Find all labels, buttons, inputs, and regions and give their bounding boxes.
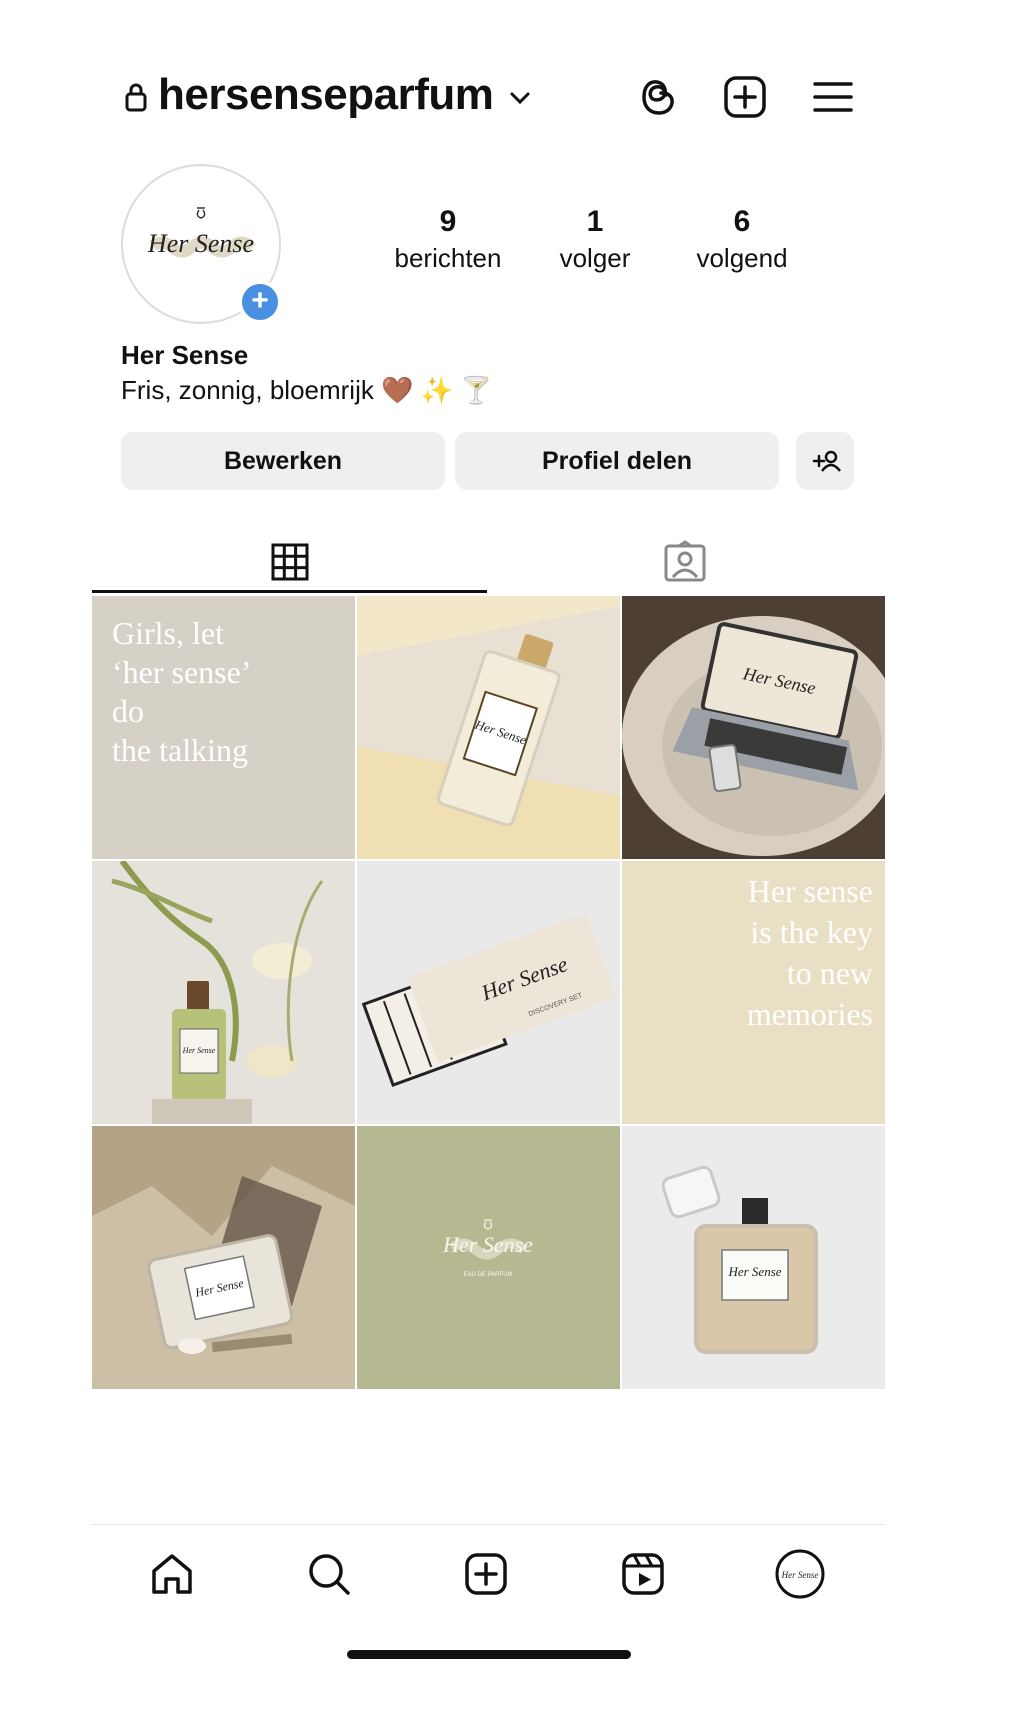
- discovery-set-image: Her Sense DISCOVERY SET: [357, 861, 620, 1124]
- share-profile-button[interactable]: Profiel delen: [455, 432, 779, 490]
- stat-following-label: volgend: [696, 243, 788, 273]
- brand-logo-image: Her Sense EAU DE PARFUM: [357, 1126, 620, 1389]
- svg-text:Her Sense: Her Sense: [147, 229, 254, 258]
- svg-text:Her Sense: Her Sense: [182, 1046, 216, 1055]
- reels-icon: [622, 1553, 664, 1595]
- nav-create[interactable]: [456, 1544, 516, 1604]
- create-icon[interactable]: [722, 74, 768, 120]
- profile-username[interactable]: hersenseparfum: [158, 70, 494, 120]
- svg-text:EAU DE PARFUM: EAU DE PARFUM: [464, 1272, 513, 1278]
- discover-people-button[interactable]: [796, 432, 854, 490]
- threads-icon[interactable]: [636, 74, 682, 120]
- post-quote-text: Girls, let ‘her sense’ do the talking: [112, 615, 252, 768]
- create-icon: [465, 1553, 507, 1595]
- stat-posts-label: berichten: [394, 243, 502, 273]
- post-quote-memories[interactable]: Her sense is the key to new memories: [622, 861, 885, 1124]
- post-laptop-chair[interactable]: Her Sense: [622, 596, 885, 859]
- nav-home[interactable]: [142, 1544, 202, 1604]
- stat-followers-label: volger: [559, 243, 631, 273]
- profile-display-name: Her Sense: [121, 340, 249, 370]
- post-quote-girls[interactable]: Girls, let ‘her sense’ do the talking: [92, 596, 355, 859]
- green-bottle-image: Her Sense: [92, 861, 355, 1124]
- nav-search[interactable]: [299, 1544, 359, 1604]
- search-icon: [309, 1554, 350, 1595]
- nav-reels[interactable]: [613, 1544, 673, 1604]
- tagged-person-icon: [664, 540, 705, 582]
- svg-text:Her Sense: Her Sense: [442, 1232, 533, 1257]
- profile-avatar-icon: Her Sense: [775, 1549, 825, 1599]
- stat-following-count: 6: [733, 205, 751, 238]
- stat-followers-count: 1: [586, 205, 604, 238]
- laptop-image: Her Sense: [622, 596, 885, 859]
- home-icon: [152, 1554, 192, 1594]
- add-person-icon: [812, 450, 841, 472]
- edit-profile-button[interactable]: Bewerken: [121, 432, 445, 490]
- grid-icon: [271, 543, 308, 581]
- menu-icon[interactable]: [810, 74, 856, 120]
- clear-bottle-image: Her Sense: [622, 1126, 885, 1389]
- profile-bio: Fris, zonnig, bloemrijk 🤎 ✨ 🍸: [121, 375, 493, 405]
- svg-text:Her Sense: Her Sense: [781, 1570, 819, 1580]
- post-perfume-bottle-white[interactable]: Her Sense: [622, 1126, 885, 1389]
- post-perfume-bottle-paper[interactable]: Her Sense: [357, 596, 620, 859]
- tab-grid[interactable]: [92, 530, 487, 594]
- post-brand-logo[interactable]: Her Sense EAU DE PARFUM: [357, 1126, 620, 1389]
- stat-posts-count: 9: [439, 205, 457, 238]
- post-bottle-sand[interactable]: Her Sense: [92, 1126, 355, 1389]
- post-green-bottle-tulips[interactable]: Her Sense: [92, 861, 355, 1124]
- home-indicator: [347, 1650, 631, 1659]
- perfume-bottle-image: Her Sense: [357, 596, 620, 859]
- stat-followers[interactable]: 1 volger: [520, 205, 670, 274]
- posts-grid: Girls, let ‘her sense’ do the talking He…: [92, 596, 885, 1389]
- stat-following[interactable]: 6 volgend: [667, 205, 817, 274]
- nav-divider: [92, 1524, 884, 1525]
- lock-icon: [125, 83, 147, 112]
- svg-text:Her Sense: Her Sense: [727, 1264, 781, 1279]
- active-tab-indicator: [92, 590, 487, 593]
- tab-tagged[interactable]: [487, 530, 882, 594]
- post-quote-text: Her sense is the key to new memories: [746, 873, 873, 1032]
- add-story-button[interactable]: +: [238, 280, 282, 324]
- nav-profile[interactable]: Her Sense: [770, 1544, 830, 1604]
- post-discovery-set[interactable]: Her Sense DISCOVERY SET: [357, 861, 620, 1124]
- sand-bottle-image: Her Sense: [92, 1126, 355, 1389]
- stat-posts[interactable]: 9 berichten: [373, 205, 523, 274]
- chevron-down-icon[interactable]: [508, 88, 532, 108]
